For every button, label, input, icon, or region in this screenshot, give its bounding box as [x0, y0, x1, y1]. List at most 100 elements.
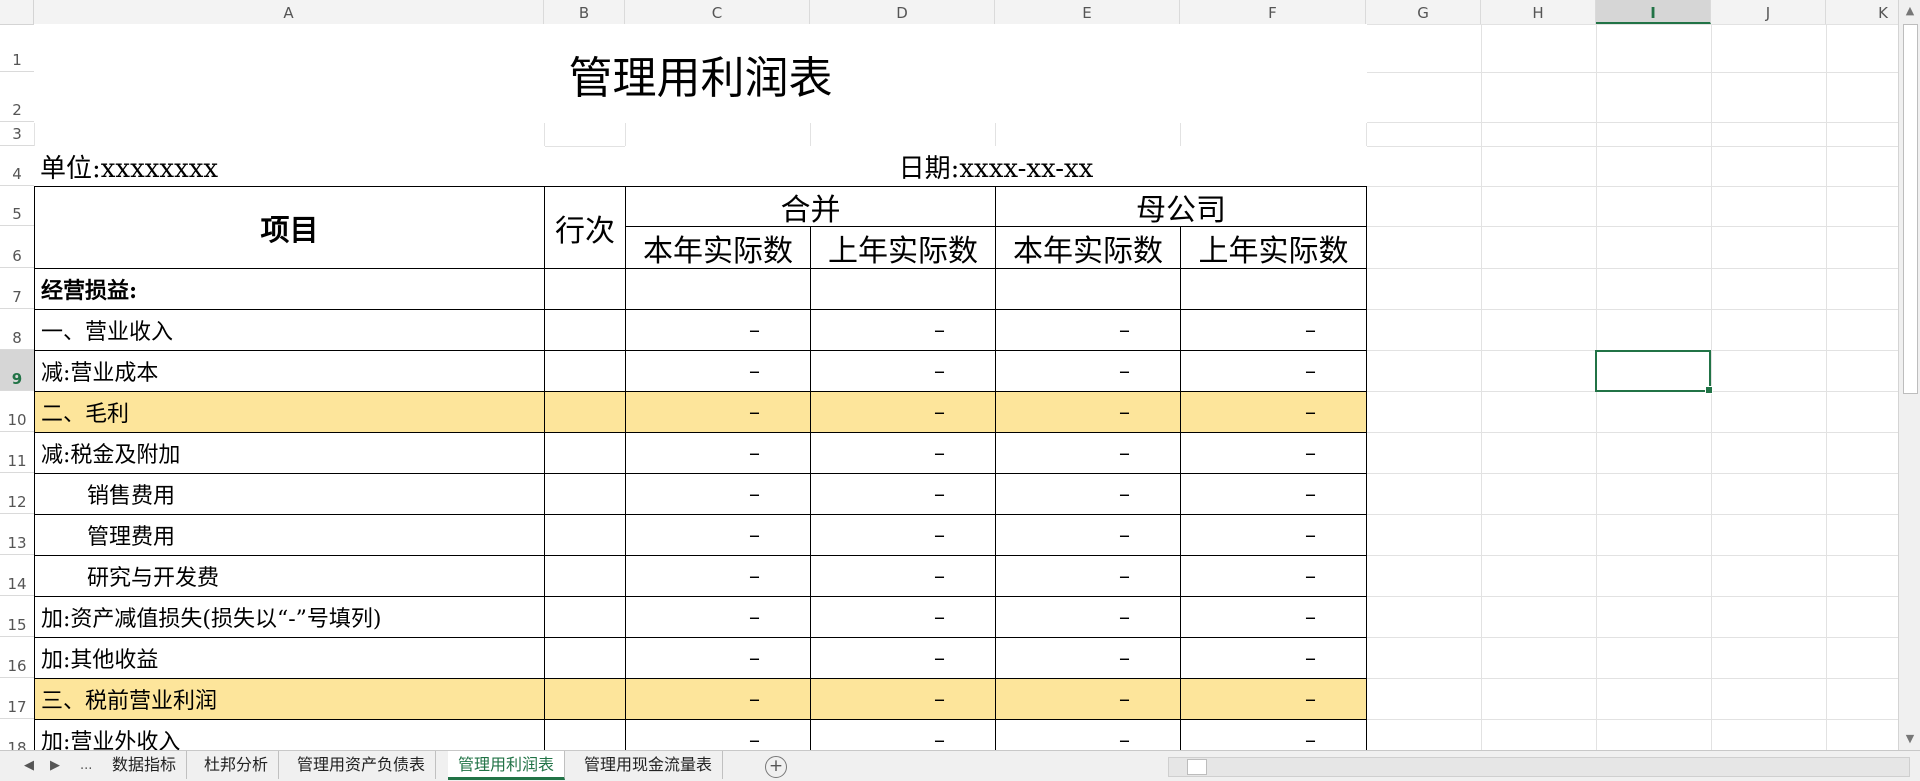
value-cell[interactable]: –: [1180, 350, 1367, 392]
line-no-cell[interactable]: [544, 309, 626, 351]
scroll-down-icon[interactable]: ▼: [1899, 728, 1920, 750]
value-cell[interactable]: –: [625, 473, 811, 515]
scroll-up-icon[interactable]: ▲: [1899, 0, 1920, 22]
value-cell[interactable]: [995, 268, 1181, 310]
row-header-7[interactable]: 7: [0, 268, 34, 309]
value-cell[interactable]: –: [810, 637, 996, 679]
vertical-scrollbar[interactable]: ▲ ▼: [1898, 0, 1920, 750]
sheet-tab-4[interactable]: 管理用利润表: [448, 751, 566, 780]
row-label[interactable]: 研究与开发费: [34, 555, 545, 597]
vertical-scroll-thumb[interactable]: [1903, 24, 1918, 394]
sheet-tab-1[interactable]: 数据指标: [102, 751, 188, 779]
row-header-16[interactable]: 16: [0, 637, 34, 678]
row-header-6[interactable]: 6: [0, 226, 34, 268]
value-cell[interactable]: –: [995, 473, 1181, 515]
sheet-title[interactable]: 管理用利润表: [34, 24, 1367, 123]
column-header-E[interactable]: E: [995, 0, 1180, 24]
spreadsheet-grid[interactable]: ABCDEFGHIJK 1 2 3 4 5 6 7 8 9 10 11 12 13 14 15 16 17 18 …: [0, 0, 1898, 750]
horizontal-scroll-thumb[interactable]: [1187, 759, 1207, 775]
line-no-cell[interactable]: [544, 391, 626, 433]
add-sheet-icon[interactable]: +: [765, 756, 787, 778]
header-item[interactable]: 项目: [34, 186, 545, 269]
column-header-I[interactable]: I: [1596, 0, 1711, 24]
value-cell[interactable]: –: [625, 678, 811, 720]
value-cell[interactable]: –: [1180, 432, 1367, 474]
row-label[interactable]: 减:税金及附加: [34, 432, 545, 474]
value-cell[interactable]: –: [625, 350, 811, 392]
line-no-cell[interactable]: [544, 719, 626, 750]
value-cell[interactable]: –: [810, 555, 996, 597]
row-label[interactable]: 经营损益:: [34, 268, 545, 310]
column-header-A[interactable]: A: [34, 0, 544, 24]
value-cell[interactable]: –: [1180, 678, 1367, 720]
value-cell[interactable]: –: [625, 391, 811, 433]
row-header-4[interactable]: 4: [0, 146, 34, 186]
value-cell[interactable]: –: [995, 596, 1181, 638]
date-label[interactable]: 日期:xxxx-xx-xx: [625, 146, 1367, 187]
row-label[interactable]: 加:其他收益: [34, 637, 545, 679]
value-cell[interactable]: –: [625, 719, 811, 750]
value-cell[interactable]: [1180, 268, 1367, 310]
row-label[interactable]: 加:营业外收入: [34, 719, 545, 750]
column-header-G[interactable]: G: [1366, 0, 1481, 24]
value-cell[interactable]: –: [625, 555, 811, 597]
line-no-cell[interactable]: [544, 678, 626, 720]
value-cell[interactable]: –: [625, 637, 811, 679]
header-consolidated[interactable]: 合并: [625, 186, 996, 227]
value-cell[interactable]: –: [810, 432, 996, 474]
row-header-12[interactable]: 12: [0, 473, 34, 514]
fill-handle[interactable]: [1705, 386, 1713, 394]
row-header-17[interactable]: 17: [0, 678, 34, 719]
row-header-10[interactable]: 10: [0, 391, 34, 432]
value-cell[interactable]: –: [995, 391, 1181, 433]
column-header-J[interactable]: J: [1711, 0, 1826, 24]
row-header-9[interactable]: 9: [0, 350, 34, 391]
value-cell[interactable]: –: [995, 432, 1181, 474]
selected-cell-I9[interactable]: [1595, 350, 1713, 394]
row-label[interactable]: 三、税前营业利润: [34, 678, 545, 720]
column-header-K[interactable]: K: [1826, 0, 1898, 24]
row-label[interactable]: 销售费用: [34, 473, 545, 515]
row-label[interactable]: 二、毛利: [34, 391, 545, 433]
row-header-13[interactable]: 13: [0, 514, 34, 555]
value-cell[interactable]: –: [810, 514, 996, 556]
tab-prev-icon[interactable]: ◀: [24, 751, 34, 781]
value-cell[interactable]: –: [810, 391, 996, 433]
row-header-18[interactable]: 18: [0, 719, 34, 750]
header-line-no[interactable]: 行次: [544, 186, 626, 269]
horizontal-scrollbar[interactable]: [1168, 757, 1910, 777]
value-cell[interactable]: –: [995, 719, 1181, 750]
line-no-cell[interactable]: [544, 268, 626, 310]
row-header-8[interactable]: 8: [0, 309, 34, 350]
value-cell[interactable]: –: [995, 678, 1181, 720]
header-current-year[interactable]: 本年实际数: [625, 226, 811, 269]
row-label[interactable]: 减:营业成本: [34, 350, 545, 392]
line-no-cell[interactable]: [544, 350, 626, 392]
value-cell[interactable]: –: [1180, 514, 1367, 556]
value-cell[interactable]: –: [625, 432, 811, 474]
row-label[interactable]: 管理费用: [34, 514, 545, 556]
value-cell[interactable]: –: [810, 473, 996, 515]
unit-label[interactable]: 单位:xxxxxxxx: [34, 146, 545, 187]
value-cell[interactable]: –: [1180, 637, 1367, 679]
value-cell[interactable]: –: [1180, 391, 1367, 433]
value-cell[interactable]: –: [810, 309, 996, 351]
header-current-year[interactable]: 本年实际数: [995, 226, 1181, 269]
sheet-tab-5[interactable]: 管理用现金流量表: [574, 751, 724, 779]
row-label[interactable]: 加:资产减值损失(损失以“-”号填列): [34, 596, 545, 638]
row-header-5[interactable]: 5: [0, 186, 34, 226]
value-cell[interactable]: –: [1180, 309, 1367, 351]
value-cell[interactable]: –: [625, 309, 811, 351]
value-cell[interactable]: –: [1180, 473, 1367, 515]
value-cell[interactable]: –: [1180, 596, 1367, 638]
row-header-14[interactable]: 14: [0, 555, 34, 596]
value-cell[interactable]: –: [810, 719, 996, 750]
line-no-cell[interactable]: [544, 596, 626, 638]
value-cell[interactable]: –: [995, 514, 1181, 556]
value-cell[interactable]: –: [1180, 555, 1367, 597]
column-header-D[interactable]: D: [810, 0, 995, 24]
value-cell[interactable]: –: [995, 637, 1181, 679]
line-no-cell[interactable]: [544, 432, 626, 474]
value-cell[interactable]: –: [810, 350, 996, 392]
line-no-cell[interactable]: [544, 555, 626, 597]
